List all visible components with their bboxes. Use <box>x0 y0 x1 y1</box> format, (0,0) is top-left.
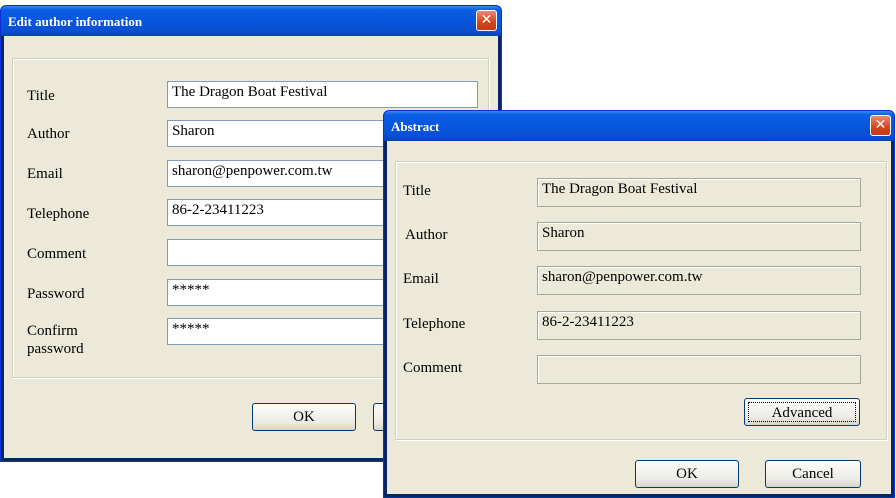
abstract-author-value: Sharon <box>537 222 861 251</box>
comment-label: Comment <box>27 246 87 262</box>
close-icon: ✕ <box>874 117 887 133</box>
edit-author-close-button[interactable]: ✕ <box>476 10 497 31</box>
telephone-label: Telephone <box>27 206 90 222</box>
title-label: Title <box>27 88 55 104</box>
password-label: Password <box>27 286 85 302</box>
abstract-email-label: Email <box>403 271 439 287</box>
abstract-comment-value <box>537 355 861 384</box>
abstract-cancel-button[interactable]: Cancel <box>765 460 861 488</box>
abstract-title-label: Title <box>403 183 431 199</box>
abstract-email-value: sharon@penpower.com.tw <box>537 266 861 295</box>
author-label: Author <box>27 126 70 142</box>
abstract-ok-button[interactable]: OK <box>635 460 739 488</box>
edit-author-titlebar[interactable]: Edit author information ✕ <box>1 6 501 36</box>
edit-author-ok-button[interactable]: OK <box>252 403 356 431</box>
abstract-telephone-label: Telephone <box>403 316 466 332</box>
abstract-close-button[interactable]: ✕ <box>870 115 891 136</box>
confirm-password-label-line2: password <box>27 341 84 357</box>
abstract-titlebar[interactable]: Abstract ✕ <box>384 111 894 141</box>
abstract-telephone-value: 86-2-23411223 <box>537 311 861 340</box>
abstract-client: Title The Dragon Boat Festival Author Sh… <box>387 141 891 494</box>
advanced-button[interactable]: Advanced <box>744 398 860 426</box>
email-label: Email <box>27 166 63 182</box>
confirm-password-label-line1: Confirm <box>27 323 78 339</box>
abstract-comment-label: Comment <box>403 360 463 376</box>
edit-author-title: Edit author information <box>8 14 143 29</box>
abstract-author-label: Author <box>405 227 448 243</box>
title-input[interactable]: The Dragon Boat Festival <box>167 81 478 108</box>
close-icon: ✕ <box>480 12 493 28</box>
abstract-title-value: The Dragon Boat Festival <box>537 178 861 207</box>
abstract-dialog: Abstract ✕ Title The Dragon Boat Festiva… <box>383 110 895 498</box>
abstract-title: Abstract <box>391 119 440 134</box>
advanced-button-label: Advanced <box>748 402 856 422</box>
